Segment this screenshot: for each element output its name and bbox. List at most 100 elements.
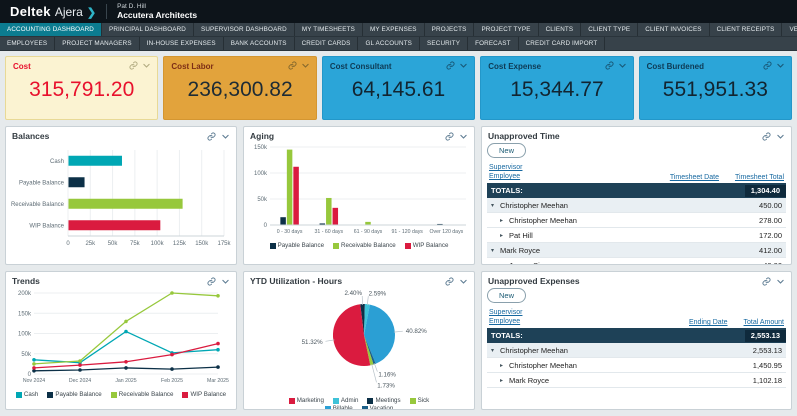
table-row-christopher-meehan[interactable]: ▸Christopher Meehan1,450.95 [487, 358, 786, 373]
column-header-employee[interactable]: Employee [489, 172, 522, 181]
column-header-supervisor[interactable]: Supervisor [489, 163, 522, 172]
chevron-down-icon[interactable] [776, 132, 785, 141]
link-icon[interactable] [288, 61, 297, 70]
legend-item-admin[interactable]: Admin [333, 397, 359, 404]
bar-cash[interactable] [69, 156, 122, 166]
expand-icon[interactable]: ▸ [500, 362, 509, 369]
nav-tab-security[interactable]: SECURITY [420, 37, 468, 50]
kpi-card-cost-burdened[interactable]: Cost Burdened551,951.33 [639, 56, 792, 120]
chevron-down-icon[interactable] [776, 61, 785, 70]
column-header-timesheet-total[interactable]: Timesheet Total [735, 174, 784, 181]
chevron-down-icon[interactable] [459, 61, 468, 70]
column-header-employee[interactable]: Employee [489, 317, 522, 326]
nav-tab-vendors[interactable]: VENDORS [782, 23, 797, 36]
chevron-down-icon[interactable] [301, 61, 310, 70]
link-icon[interactable] [762, 277, 771, 286]
collapse-icon[interactable]: ▾ [491, 247, 500, 254]
legend-item-cash[interactable]: Cash [16, 391, 38, 398]
nav-tab-principal-dashboard[interactable]: PRINCIPAL DASHBOARD [102, 23, 194, 36]
legend-item-receivable-balance[interactable]: Receivable Balance [333, 242, 396, 249]
kpi-card-cost-consultant[interactable]: Cost Consultant64,145.61 [322, 56, 475, 120]
legend-item-wip-balance[interactable]: WIP Balance [182, 391, 226, 398]
bar-payable-balance-0-30-days[interactable] [280, 217, 286, 225]
table-row-christopher-meehan[interactable]: ▾Christopher Meehan2,553.13 [487, 343, 786, 358]
legend-item-billable[interactable]: Billable [325, 405, 353, 410]
legend-item-wip-balance[interactable]: WIP Balance [405, 242, 449, 249]
table-row-pat-hill[interactable]: ▸Pat Hill172.00 [487, 228, 786, 243]
collapse-icon[interactable]: ▾ [491, 347, 500, 354]
nav-tab-supervisor-dashboard[interactable]: SUPERVISOR DASHBOARD [194, 23, 295, 36]
table-row-mark-royce[interactable]: ▾Mark Royce412.00 [487, 243, 786, 258]
new-button[interactable]: New [487, 288, 526, 303]
nav-tab-client-receipts[interactable]: CLIENT RECEIPTS [710, 23, 783, 36]
chevron-down-icon[interactable] [142, 61, 151, 70]
nav-tab-accounting-dashboard[interactable]: ACCOUNTING DASHBOARD [0, 23, 102, 36]
bar-receivable-balance-0-30-days[interactable] [287, 150, 293, 225]
nav-tab-credit-cards[interactable]: CREDIT CARDS [295, 37, 359, 50]
nav-tab-in-house-expenses[interactable]: IN-HOUSE EXPENSES [140, 37, 224, 50]
nav-tab-employees[interactable]: EMPLOYEES [0, 37, 55, 50]
nav-tab-project-type[interactable]: PROJECT TYPE [474, 23, 538, 36]
link-icon[interactable] [763, 61, 772, 70]
bar-payable-balance[interactable] [69, 177, 85, 187]
panel-header: Trends [6, 272, 236, 287]
nav-tab-clients[interactable]: CLIENTS [539, 23, 582, 36]
trend-line-cash[interactable] [34, 332, 218, 363]
nav-tab-credit-card-import[interactable]: CREDIT CARD IMPORT [519, 37, 606, 50]
table-row-james-singer[interactable]: ▸James Singer40.00 [487, 258, 786, 265]
legend-item-sick[interactable]: Sick [410, 397, 430, 404]
new-button[interactable]: New [487, 143, 526, 158]
bar-receivable-balance-31-60-days[interactable] [326, 198, 332, 225]
nav-tab-forecast[interactable]: FORECAST [468, 37, 519, 50]
link-icon[interactable] [207, 132, 216, 141]
kpi-card-cost-expense[interactable]: Cost Expense15,344.77 [480, 56, 633, 120]
user-box[interactable]: Pat D. Hill Accutera Architects [117, 3, 197, 21]
expand-icon[interactable]: ▸ [500, 217, 509, 224]
link-icon[interactable] [445, 132, 454, 141]
chevron-down-icon[interactable] [221, 277, 230, 286]
legend-item-payable-balance[interactable]: Payable Balance [270, 242, 324, 249]
link-icon[interactable] [207, 277, 216, 286]
bar-wip-balance[interactable] [69, 220, 161, 230]
chevron-down-icon[interactable] [459, 277, 468, 286]
legend-item-vacation[interactable]: Vacation [362, 405, 394, 410]
kpi-card-cost-labor[interactable]: Cost Labor236,300.82 [163, 56, 316, 120]
expand-icon[interactable]: ▸ [500, 232, 509, 239]
nav-tab-client-type[interactable]: CLIENT TYPE [581, 23, 638, 36]
link-icon[interactable] [762, 132, 771, 141]
chevron-down-icon[interactable] [618, 61, 627, 70]
collapse-icon[interactable]: ▾ [491, 202, 500, 209]
nav-tab-my-expenses[interactable]: MY EXPENSES [363, 23, 425, 36]
trend-line-wip-balance[interactable] [34, 344, 218, 368]
table-row-christopher-meehan[interactable]: ▸Christopher Meehan278.00 [487, 213, 786, 228]
chevron-down-icon[interactable] [459, 132, 468, 141]
chevron-down-icon[interactable] [776, 277, 785, 286]
nav-tab-client-invoices[interactable]: CLIENT INVOICES [638, 23, 709, 36]
bar-receivable-balance[interactable] [69, 199, 183, 209]
chevron-down-icon[interactable] [221, 132, 230, 141]
column-header-supervisor[interactable]: Supervisor [489, 308, 522, 317]
link-icon[interactable] [445, 277, 454, 286]
bar-wip-balance-31-60-days[interactable] [333, 208, 339, 225]
bar-wip-balance-0-30-days[interactable] [293, 167, 299, 225]
link-icon[interactable] [446, 61, 455, 70]
column-header-total-amount[interactable]: Total Amount [744, 319, 784, 326]
link-icon[interactable] [605, 61, 614, 70]
legend-item-payable-balance[interactable]: Payable Balance [47, 391, 101, 398]
table-row-christopher-meehan[interactable]: ▾Christopher Meehan450.00 [487, 198, 786, 213]
legend-item-meetings[interactable]: Meetings [367, 397, 400, 404]
nav-tab-bank-accounts[interactable]: BANK ACCOUNTS [224, 37, 295, 50]
legend-item-receivable-balance[interactable]: Receivable Balance [111, 391, 174, 398]
nav-tab-projects[interactable]: PROJECTS [425, 23, 475, 36]
kpi-card-cost[interactable]: Cost315,791.20 [5, 56, 158, 120]
table-row-mark-royce[interactable]: ▸Mark Royce1,102.18 [487, 373, 786, 388]
nav-tab-project-managers[interactable]: PROJECT MANAGERS [55, 37, 139, 50]
legend-item-marketing[interactable]: Marketing [289, 397, 324, 404]
expand-icon[interactable]: ▸ [500, 262, 509, 265]
column-header-ending-date[interactable]: Ending Date [689, 319, 728, 326]
link-icon[interactable] [129, 61, 138, 70]
nav-tab-my-timesheets[interactable]: MY TIMESHEETS [295, 23, 363, 36]
expand-icon[interactable]: ▸ [500, 377, 509, 384]
column-header-timesheet-date[interactable]: Timesheet Date [670, 174, 719, 181]
nav-tab-gl-accounts[interactable]: GL ACCOUNTS [358, 37, 420, 50]
